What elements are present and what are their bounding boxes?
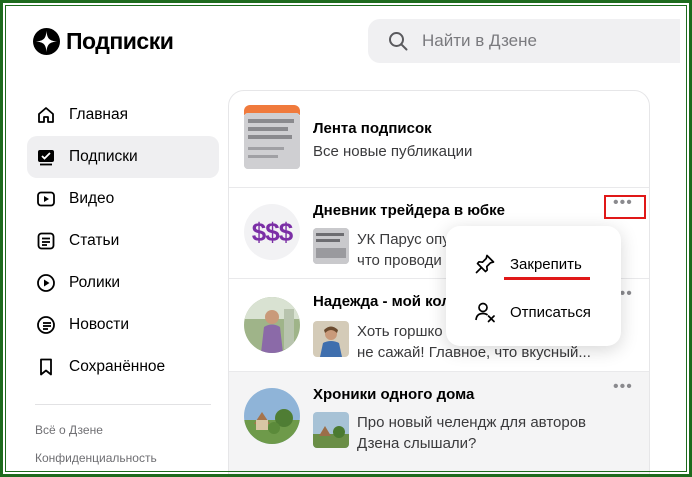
unsubscribe-icon bbox=[475, 302, 495, 323]
search-input[interactable]: Найти в Дзене bbox=[368, 19, 680, 63]
sidebar-item-label: Новости bbox=[69, 316, 130, 333]
sidebar-item-label: Подписки bbox=[69, 148, 138, 165]
avatar-text: $$$ bbox=[251, 216, 293, 247]
post-thumbnail-image bbox=[313, 321, 349, 357]
channel-avatar bbox=[244, 297, 300, 353]
feed-cover-thumbnail bbox=[244, 113, 300, 169]
sidebar-divider bbox=[35, 404, 211, 405]
footer-link-about[interactable]: Всё о Дзене bbox=[27, 423, 219, 437]
footer-link-privacy[interactable]: Конфиденциальность bbox=[27, 451, 219, 465]
avatar-photo bbox=[244, 297, 300, 353]
list-item[interactable]: Хроники одного дома Про новый челендж дл… bbox=[229, 372, 649, 477]
post-thumbnail bbox=[313, 228, 349, 264]
sidebar-item-label: Главная bbox=[69, 106, 128, 123]
post-preview-line: Про новый челендж для авторов bbox=[357, 414, 587, 431]
menu-item-unsubscribe[interactable]: Отписаться bbox=[446, 290, 621, 334]
post-preview-line: что проводи bbox=[357, 252, 442, 269]
shorts-icon bbox=[37, 274, 55, 292]
sidebar-item-label: Ролики bbox=[69, 274, 121, 291]
sidebar: Главная Подписки Видео Статьи Ролики Нов… bbox=[27, 94, 219, 465]
sidebar-item-articles[interactable]: Статьи bbox=[27, 220, 219, 262]
channel-avatar bbox=[244, 388, 300, 444]
sidebar-item-label: Видео bbox=[69, 190, 115, 207]
menu-item-label: Закрепить bbox=[510, 255, 582, 273]
channel-title: Надежда - мой кол bbox=[313, 293, 451, 310]
post-preview-line: УК Парус опу bbox=[357, 231, 450, 248]
post-thumbnail-image bbox=[313, 412, 349, 448]
channel-title: Хроники одного дома bbox=[313, 386, 475, 403]
sidebar-item-shorts[interactable]: Ролики bbox=[27, 262, 219, 304]
more-dots-icon[interactable]: ••• bbox=[613, 379, 633, 395]
post-thumbnail-image bbox=[313, 228, 349, 264]
logo-text: Подписки bbox=[66, 28, 174, 54]
app-logo[interactable]: Подписки bbox=[33, 28, 174, 55]
home-icon bbox=[38, 107, 54, 123]
sidebar-item-video[interactable]: Видео bbox=[27, 178, 219, 220]
sidebar-item-label: Сохранённое bbox=[69, 358, 166, 375]
post-preview-line: Дзена слышали? bbox=[357, 435, 477, 452]
sidebar-item-home[interactable]: Главная bbox=[27, 94, 219, 136]
channel-title: Дневник трейдера в юбке bbox=[313, 202, 505, 219]
feed-cover-image bbox=[244, 113, 300, 169]
post-preview: Про новый челендж для авторов Дзена слыш… bbox=[357, 412, 586, 454]
pin-icon bbox=[475, 254, 495, 274]
context-menu: Закрепить Отписаться bbox=[446, 226, 621, 346]
bookmark-icon bbox=[40, 358, 52, 376]
avatar-photo bbox=[244, 388, 300, 444]
highlight-frame bbox=[604, 195, 646, 219]
list-item[interactable]: Лента подписок Все новые публикации bbox=[229, 91, 649, 187]
search-icon bbox=[389, 32, 408, 51]
sidebar-item-subscriptions[interactable]: Подписки bbox=[27, 136, 219, 178]
post-preview: УК Парус опу что проводи bbox=[357, 229, 450, 271]
subscriptions-icon bbox=[38, 150, 54, 166]
channel-avatar: $$$ bbox=[244, 204, 300, 260]
feed-title: Лента подписок bbox=[313, 120, 432, 137]
post-thumbnail bbox=[313, 412, 349, 448]
highlight-underline bbox=[504, 277, 590, 280]
news-icon bbox=[37, 316, 55, 334]
zen-logo-icon bbox=[33, 28, 60, 55]
feed-subtitle: Все новые публикации bbox=[313, 143, 473, 160]
post-thumbnail bbox=[313, 321, 349, 357]
menu-item-label: Отписаться bbox=[510, 303, 591, 321]
sidebar-item-label: Статьи bbox=[69, 232, 120, 249]
video-icon bbox=[37, 191, 55, 207]
search-placeholder: Найти в Дзене bbox=[422, 31, 537, 50]
articles-icon bbox=[37, 232, 55, 250]
sidebar-item-news[interactable]: Новости bbox=[27, 304, 219, 346]
sidebar-item-saved[interactable]: Сохранённое bbox=[27, 346, 219, 388]
